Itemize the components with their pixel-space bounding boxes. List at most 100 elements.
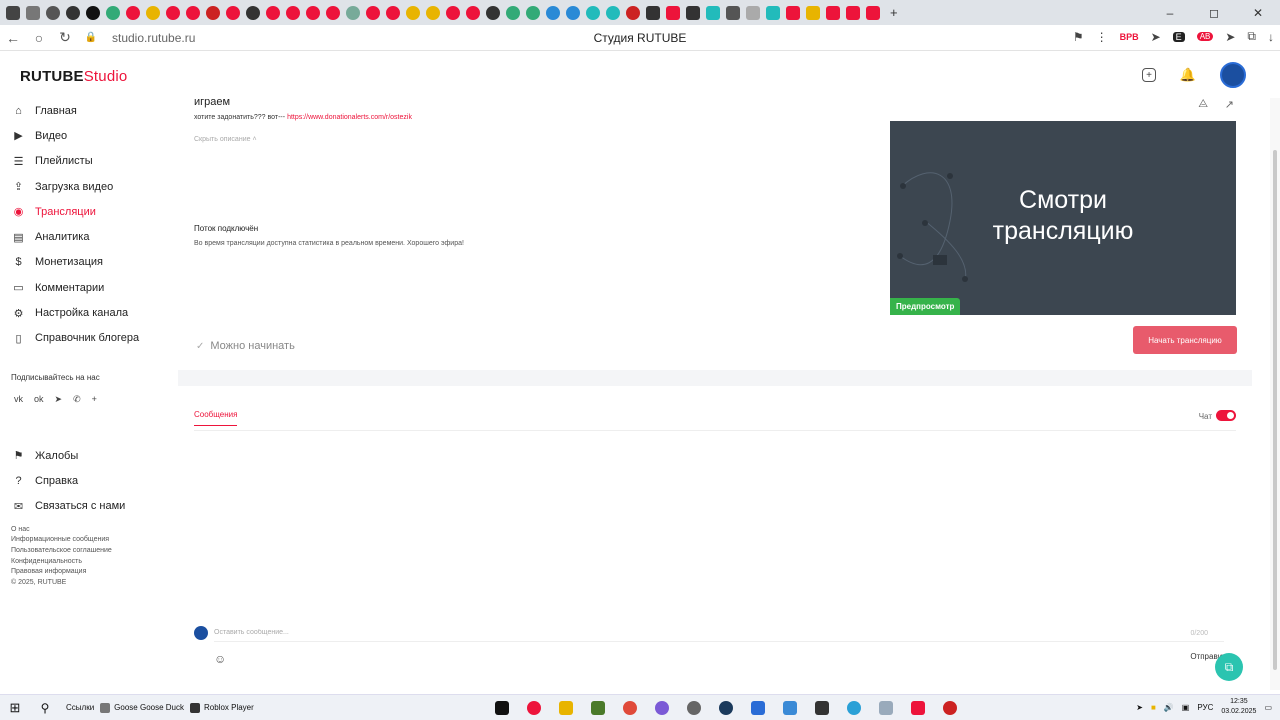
calculator-icon[interactable] <box>751 701 765 715</box>
browser-tab[interactable] <box>366 5 380 20</box>
explorer-icon[interactable] <box>879 701 893 715</box>
browser-tab[interactable] <box>626 5 640 20</box>
store-icon[interactable] <box>783 701 797 715</box>
sidebar-item[interactable]: ? Справка <box>0 468 170 493</box>
browser-tab[interactable] <box>746 5 760 20</box>
extensions-icon[interactable]: ○ <box>26 30 52 46</box>
more-socials-icon[interactable]: + <box>92 394 97 405</box>
notifications-icon[interactable]: 🔔 <box>1178 65 1198 85</box>
footer-link[interactable]: Конфиденциальность <box>11 557 170 568</box>
browser-tab[interactable] <box>806 5 820 20</box>
browser-tab[interactable] <box>46 5 60 20</box>
tray-volume-icon[interactable]: 🔊 <box>1164 703 1174 712</box>
browser-tab[interactable] <box>66 5 80 20</box>
tray-network-icon[interactable]: ▣ <box>1182 703 1190 712</box>
browser-tab[interactable] <box>846 5 860 20</box>
maximize-button[interactable]: ◻ <box>1192 6 1236 20</box>
browser-tab[interactable] <box>586 5 600 20</box>
browser-tab[interactable] <box>766 5 780 20</box>
browser-tab[interactable] <box>646 5 660 20</box>
chat-message-input[interactable] <box>214 624 1224 642</box>
browser-tab[interactable] <box>426 5 440 20</box>
more-icon[interactable]: ⋮ <box>1096 30 1108 44</box>
game-app-icon[interactable] <box>943 701 957 715</box>
vk-icon[interactable]: vk <box>14 394 23 405</box>
minimize-button[interactable]: – <box>1148 6 1192 20</box>
sidebar-item[interactable]: ⌂ Главная <box>0 98 170 123</box>
sidebar-item[interactable]: ⇪ Загрузка видео <box>0 174 170 199</box>
browser-tab[interactable] <box>386 5 400 20</box>
browser-tab[interactable] <box>246 5 260 20</box>
telegram-icon[interactable]: ➤ <box>55 394 63 405</box>
clock[interactable]: 12:35 03.02.2025 <box>1221 697 1256 717</box>
rutube-studio-logo[interactable]: RUTUBEStudio <box>20 68 127 85</box>
browser-tab[interactable] <box>266 5 280 20</box>
url-field[interactable]: studio.rutube.ru <box>112 31 195 45</box>
folder-icon[interactable] <box>559 701 573 715</box>
tab-messages[interactable]: Сообщения <box>194 410 238 426</box>
chat-toggle[interactable] <box>1216 410 1236 421</box>
notification-center-icon[interactable]: ▭ <box>1264 703 1272 712</box>
windows-start-icon[interactable]: ⊞ <box>0 700 30 716</box>
browser-tab[interactable] <box>526 5 540 20</box>
search-icon[interactable]: ⚲ <box>30 701 60 715</box>
browser-tab[interactable] <box>786 5 800 20</box>
browser-tab[interactable] <box>146 5 160 20</box>
viber-app-icon[interactable] <box>655 701 669 715</box>
sidebar-item[interactable]: ▭ Комментарии <box>0 275 170 300</box>
footer-link[interactable]: Правовая информация <box>11 567 170 578</box>
tab-list-icon[interactable] <box>26 5 40 20</box>
browser-tab[interactable] <box>286 5 300 20</box>
extension-red-icon[interactable]: ВРВ <box>1120 32 1139 42</box>
sidebar-item[interactable]: ⚑ Жалобы <box>0 443 170 468</box>
browser-tab[interactable] <box>866 5 880 20</box>
yandex-browser-icon[interactable] <box>911 701 925 715</box>
telegram-app-icon[interactable] <box>847 701 861 715</box>
browser-tab[interactable] <box>666 5 680 20</box>
browser-tab[interactable] <box>486 5 500 20</box>
support-chat-button[interactable]: ⧉ <box>1215 653 1243 681</box>
browser-tab[interactable] <box>726 5 740 20</box>
browser-tab[interactable] <box>606 5 620 20</box>
browser-tab[interactable] <box>546 5 560 20</box>
browser-tab[interactable] <box>326 5 340 20</box>
hide-description-toggle[interactable]: Скрыть описание ˄ <box>194 136 257 143</box>
tray-arrow-icon[interactable]: ➤ <box>1136 703 1143 712</box>
bookmark-icon[interactable]: ⚑ <box>1073 30 1084 44</box>
footer-link[interactable]: Пользовательское соглашение <box>11 546 170 557</box>
collections-icon[interactable]: ⧉ <box>1247 29 1256 44</box>
taskbar-item-roblox[interactable]: Roblox Player <box>189 702 254 713</box>
sidebar-item[interactable]: ✉ Связаться с нами <box>0 494 170 519</box>
app-k-icon[interactable] <box>815 701 829 715</box>
add-content-icon[interactable]: + <box>1142 68 1156 82</box>
scrollbar-thumb[interactable] <box>1273 150 1277 670</box>
minecraft-icon[interactable] <box>591 701 605 715</box>
browser-tab[interactable] <box>226 5 240 20</box>
donation-link[interactable]: https://www.donationalerts.com/r/ostezik <box>287 114 412 121</box>
chrome-icon[interactable] <box>623 701 637 715</box>
browser-tab[interactable] <box>346 5 360 20</box>
new-tab-button[interactable]: + <box>890 5 898 20</box>
footer-link[interactable]: Информационные сообщения <box>11 535 170 546</box>
tray-lang[interactable]: РУС <box>1197 703 1213 712</box>
cursor-icon[interactable]: ➤ <box>1151 30 1161 44</box>
tray-app-icon[interactable]: ■ <box>1151 703 1156 712</box>
extension-dark-icon[interactable]: E <box>1172 31 1185 42</box>
share-browser-icon[interactable]: ➤ <box>1225 30 1235 44</box>
emoji-icon[interactable]: ☺ <box>214 652 226 666</box>
share-icon[interactable]: ⨺ <box>1198 98 1208 111</box>
browser-tab[interactable] <box>826 5 840 20</box>
browser-tab[interactable] <box>106 5 120 20</box>
browser-tab[interactable] <box>86 5 100 20</box>
avatar[interactable] <box>1220 62 1246 88</box>
tiktok-icon[interactable] <box>495 701 509 715</box>
browser-tab[interactable] <box>166 5 180 20</box>
browser-tab[interactable] <box>446 5 460 20</box>
sidebar-item[interactable]: ⚙ Настройка канала <box>0 300 170 325</box>
viber-icon[interactable]: ✆ <box>73 394 81 405</box>
browser-tab[interactable] <box>206 5 220 20</box>
steam-icon[interactable] <box>719 701 733 715</box>
browser-menu-icon[interactable] <box>6 5 20 20</box>
browser-tab[interactable] <box>706 5 720 20</box>
external-link-icon[interactable]: ↗ <box>1225 98 1234 111</box>
